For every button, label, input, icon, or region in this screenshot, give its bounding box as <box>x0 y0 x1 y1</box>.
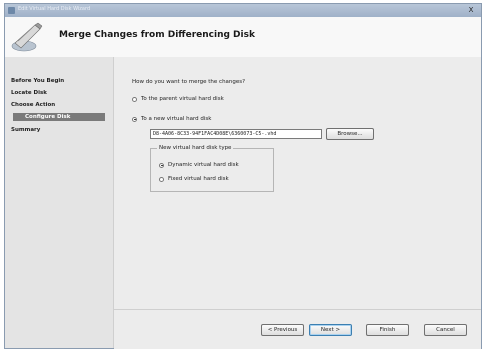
close-button[interactable]: X <box>465 5 477 15</box>
sidebar-item-locate-disk[interactable]: Locate Disk <box>11 90 47 96</box>
radio-new-disk-button[interactable] <box>132 116 137 122</box>
radio-parent-disk-button[interactable] <box>132 96 137 102</box>
sidebar-item-before-you-begin[interactable]: Before You Begin <box>11 78 64 84</box>
wizard-window: Edit Virtual Hard Disk Wizard X Merge Ch… <box>4 3 482 349</box>
radio-parent-disk-label: To the parent virtual hard disk <box>141 96 224 102</box>
cancel-button[interactable]: Cancel <box>424 324 467 336</box>
disk-type-groupbox: New virtual hard disk type Dynamic virtu… <box>150 145 274 192</box>
browse-button[interactable]: Browse... <box>326 128 374 140</box>
radio-fixed-disk[interactable]: Fixed virtual hard disk <box>159 176 229 182</box>
sidebar-item-choose-action[interactable]: Choose Action <box>11 102 55 108</box>
wizard-header: Merge Changes from Differencing Disk <box>5 17 481 58</box>
window-title: Edit Virtual Hard Disk Wizard <box>18 6 91 12</box>
finish-button[interactable]: Finish <box>366 324 409 336</box>
previous-button[interactable]: < Previous <box>261 324 304 336</box>
next-button[interactable]: Next > <box>309 324 352 336</box>
radio-parent-disk[interactable]: To the parent virtual hard disk <box>132 96 224 102</box>
radio-dynamic-disk-label: Dynamic virtual hard disk <box>168 162 239 168</box>
title-bar: Edit Virtual Hard Disk Wizard X <box>5 4 481 17</box>
radio-new-disk-label: To a new virtual hard disk <box>141 116 212 122</box>
wizard-disk-icon <box>11 22 43 52</box>
merge-question: How do you want to merge the changes? <box>132 79 246 85</box>
radio-fixed-disk-button[interactable] <box>159 176 164 182</box>
wizard-steps-sidebar: Before You Begin Locate Disk Choose Acti… <box>5 57 114 348</box>
radio-fixed-disk-label: Fixed virtual hard disk <box>168 176 229 182</box>
radio-new-disk[interactable]: To a new virtual hard disk <box>132 116 211 122</box>
disk-type-legend: New virtual hard disk type <box>157 145 234 151</box>
app-icon <box>8 7 15 14</box>
new-disk-path-input[interactable]: D8-4A06-8C33-94F1FAC4D08E\6360073-C5-.vh… <box>150 129 322 139</box>
sidebar-item-configure-disk[interactable]: Configure Disk <box>13 113 105 121</box>
page-title: Merge Changes from Differencing Disk <box>59 30 255 40</box>
sidebar-item-summary[interactable]: Summary <box>11 127 40 133</box>
wizard-footer: < Previous Next > Finish Cancel <box>114 309 481 349</box>
radio-dynamic-disk[interactable]: Dynamic virtual hard disk <box>159 162 239 168</box>
wizard-content: How do you want to merge the changes? To… <box>114 57 481 309</box>
radio-dynamic-disk-button[interactable] <box>159 162 164 168</box>
